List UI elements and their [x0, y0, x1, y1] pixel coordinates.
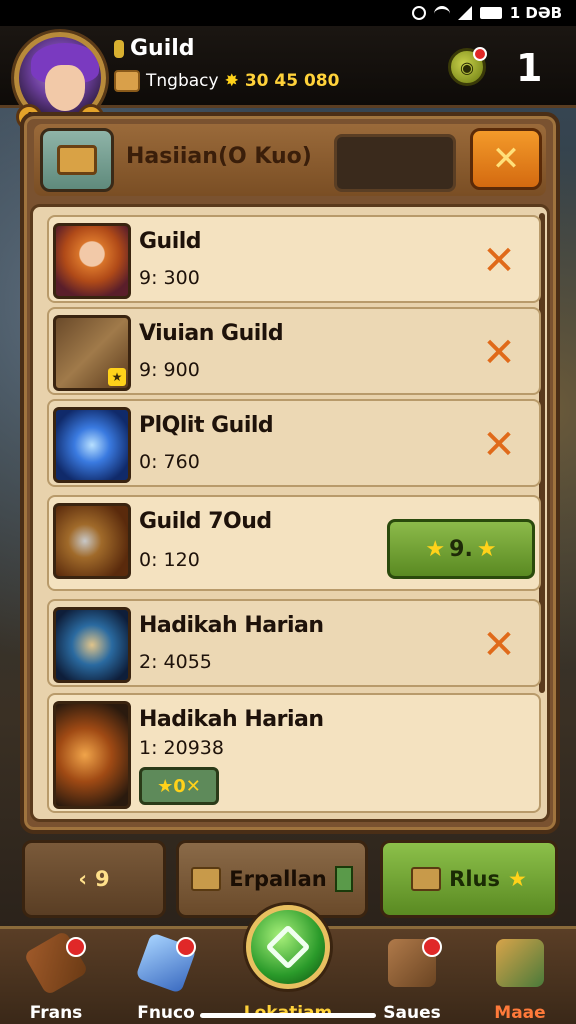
remove-button[interactable]: ✕ — [479, 625, 519, 665]
nav-label: Fnuco — [137, 1003, 195, 1023]
reward-label: 0 — [173, 775, 186, 797]
guild-title-label: Guild — [130, 36, 195, 61]
chest-button[interactable] — [40, 128, 114, 192]
list-item[interactable]: Hadikah Harian 1: 20938 ★ 0 ✕ — [47, 693, 541, 813]
list-item[interactable]: ★ Viuian Guild 9: 900 ✕ — [47, 307, 541, 395]
flag-icon — [496, 939, 544, 987]
chest-icon — [411, 867, 442, 891]
signal-icon — [457, 6, 472, 20]
nav-label: Frans — [29, 1003, 83, 1023]
nav-item-maae[interactable]: Maae — [470, 935, 570, 1023]
trophy-row: Tngbacy ✸ 30 45 080 — [114, 70, 339, 92]
chevron-left-icon: ‹ — [78, 867, 88, 891]
star-icon: ★ — [508, 867, 527, 891]
explain-label: Erpallan — [229, 867, 327, 891]
gem-icon — [334, 866, 353, 892]
close-button[interactable]: ✕ — [470, 128, 542, 190]
close-icon: ✕ — [482, 238, 516, 284]
row-name: Guild — [139, 229, 202, 254]
row-name: Hadikah Harian — [139, 613, 324, 638]
header: 4 0 Guild Tngbacy ✸ 30 45 080 ◉ 1 — [0, 26, 576, 130]
star-icon: ★ — [157, 775, 174, 797]
nav-item-saues[interactable]: Saues — [362, 935, 462, 1023]
star-badge-icon: ★ — [108, 368, 126, 386]
header-counter: 1 — [516, 46, 543, 90]
notification-dot — [176, 937, 196, 957]
nav-item-fnuco[interactable]: Fnuco — [116, 932, 216, 1023]
status-bar: 1 DƏB — [0, 0, 576, 26]
row-value: 0: 760 — [139, 451, 200, 473]
battery-icon — [479, 7, 502, 19]
anvil-icon — [191, 867, 222, 891]
back-button[interactable]: ‹ 9 — [22, 840, 166, 918]
coin-icon: ◉ — [460, 57, 474, 77]
reward-badge[interactable]: ★ 0 ✕ — [139, 767, 219, 805]
home-indicator[interactable] — [200, 1013, 376, 1018]
row-value: 1: 20938 — [139, 737, 224, 759]
notification-dot — [422, 937, 442, 957]
chest-icon — [57, 145, 97, 175]
go-button[interactable]: Rlus ★ — [380, 840, 558, 918]
drill-weapon-icon — [53, 503, 131, 579]
row-value: 0: 120 — [139, 549, 200, 571]
notification-dot — [473, 47, 487, 61]
panel-title: Hasiian(O Kuo) — [126, 144, 312, 169]
hero-portrait-icon — [53, 223, 131, 299]
sync-icon — [411, 6, 426, 20]
star-icon: ★ — [425, 536, 446, 562]
close-icon: ✕ — [482, 422, 516, 468]
explain-button[interactable]: Erpallan — [176, 840, 368, 918]
star-icon: ★ — [476, 536, 497, 562]
diamond-icon — [265, 924, 311, 970]
spear-weapon-icon — [53, 607, 131, 683]
coin-button[interactable]: ◉ — [448, 47, 487, 86]
center-action-button[interactable] — [246, 905, 330, 989]
row-value: 9: 900 — [139, 359, 200, 381]
treasure-chest-icon: ★ — [53, 315, 131, 391]
guild-list: Guild 9: 300 ✕ ★ Viuian Guild 9: 900 ✕ P… — [30, 204, 550, 822]
row-name: Viuian Guild — [139, 321, 284, 346]
notification-dot — [66, 937, 86, 957]
list-item[interactable]: Guild 9: 300 ✕ — [47, 215, 541, 303]
row-name: Guild 7Oud — [139, 509, 272, 534]
remove-button[interactable]: ✕ — [479, 333, 519, 373]
guild-panel: Hasiian(O Kuo) ✕ Guild 9: 300 ✕ ★ Viuian… — [20, 112, 560, 834]
claim-button[interactable]: ★ 9. ★ — [387, 519, 535, 579]
remove-button[interactable]: ✕ — [479, 241, 519, 281]
fire-cannon-icon — [53, 701, 131, 809]
nav-item-frans[interactable]: Frans — [6, 930, 106, 1023]
star-icon: ✕ — [185, 775, 201, 797]
list-item[interactable]: PlQlit Guild 0: 760 ✕ — [47, 399, 541, 487]
claim-label: 9. — [449, 536, 473, 562]
title-slot — [334, 134, 456, 192]
guild-emblem-icon — [114, 39, 124, 58]
row-value: 9: 300 — [139, 267, 200, 289]
back-label: 9 — [95, 867, 110, 891]
trophy-label: Tngbacy — [146, 71, 219, 91]
list-item[interactable]: Hadikah Harian 2: 4055 ✕ — [47, 599, 541, 687]
close-icon: ✕ — [482, 330, 516, 376]
close-icon: ✕ — [482, 622, 516, 668]
crystal-weapon-icon — [53, 407, 131, 483]
guild-title: Guild — [114, 36, 195, 61]
remove-button[interactable]: ✕ — [479, 425, 519, 465]
trophy-icon — [114, 70, 140, 92]
avatar-face — [45, 65, 85, 111]
close-icon: ✕ — [491, 139, 521, 179]
row-value: 2: 4055 — [139, 651, 212, 673]
bottom-nav: Frans Fnuco Lokatiam Saues Maae — [0, 905, 576, 1024]
row-name: Hadikah Harian — [139, 707, 324, 732]
wifi-icon — [433, 6, 450, 20]
go-label: Rlus — [449, 867, 500, 891]
status-time: 1 DƏB — [509, 4, 562, 22]
row-name: PlQlit Guild — [139, 413, 274, 438]
nav-label: Saues — [383, 1003, 441, 1023]
panel-title-bar: Hasiian(O Kuo) ✕ — [34, 124, 546, 196]
list-item[interactable]: Guild 7Oud 0: 120 ★ 9. ★ — [47, 495, 541, 591]
trophy-value: 30 45 080 — [244, 71, 340, 91]
star-icon: ✸ — [224, 71, 239, 91]
nav-label: Maae — [494, 1003, 546, 1023]
